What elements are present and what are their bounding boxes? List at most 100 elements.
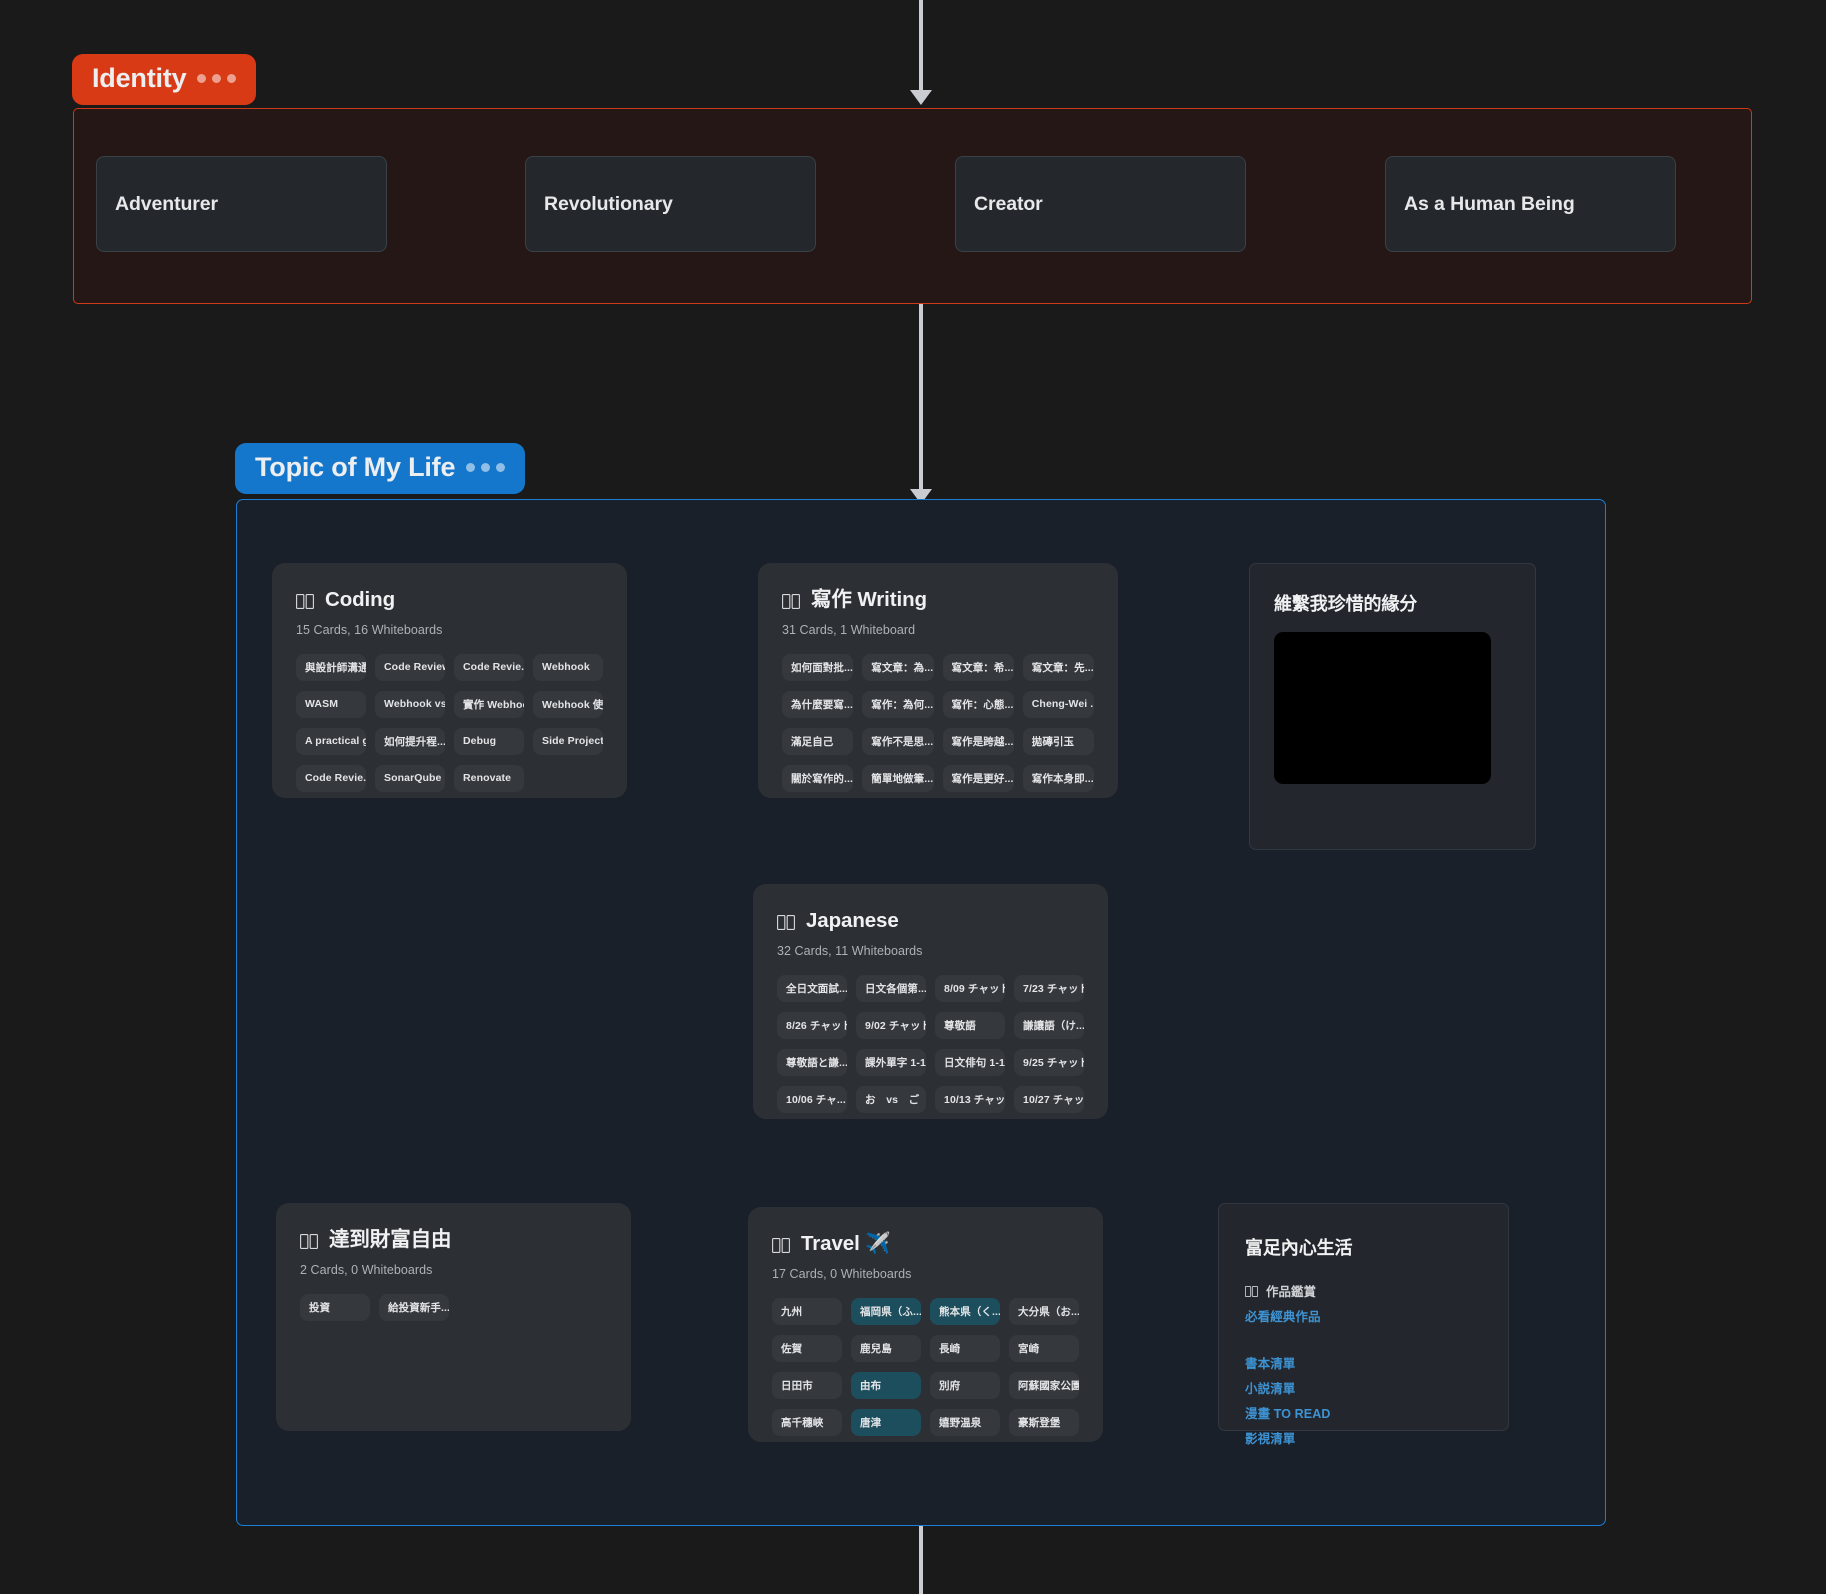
topic-card-inner-life[interactable]: 富足內心生活 作品鑑賞 必看經典作品 書本清單 小説清單 漫畫 TO READ … (1218, 1203, 1509, 1431)
card-tag[interactable]: 由布 (851, 1372, 921, 1399)
topic-card-coding[interactable]: Coding 15 Cards, 16 Whiteboards 與設計師溝通 C… (272, 563, 627, 798)
card-tag[interactable]: 別府 (930, 1372, 1000, 1399)
topic-menu-dots-icon[interactable] (466, 463, 505, 472)
card-tag[interactable]: 豪斯登堡 (1009, 1409, 1079, 1436)
card-tag[interactable]: 10/13 チャッ... (935, 1086, 1005, 1113)
card-tag[interactable]: 給投資新手... (379, 1294, 449, 1321)
topic-section-label[interactable]: Topic of My Life (235, 443, 525, 494)
card-tag[interactable]: Code Revie... (296, 765, 366, 792)
card-tag[interactable]: 佐賀 (772, 1335, 842, 1362)
card-tag[interactable]: お vs ご (856, 1086, 926, 1113)
card-tag[interactable]: 寫文章：先... (1023, 654, 1094, 681)
card-tag[interactable]: Webhook (533, 654, 603, 681)
card-tag[interactable]: 寫文章：為... (862, 654, 933, 681)
card-tag[interactable]: Code Reviews (375, 654, 445, 681)
card-tag[interactable]: WASM (296, 691, 366, 718)
card-tag[interactable]: A practical g... (296, 728, 366, 755)
card-tag[interactable]: 寫作：心態... (943, 691, 1014, 718)
card-tag[interactable]: 寫作是跨越... (943, 728, 1014, 755)
card-tag[interactable]: Side Projects (533, 728, 603, 755)
topic-card-wealth[interactable]: 達到財富自由 2 Cards, 0 Whiteboards 投資 給投資新手..… (276, 1203, 631, 1431)
card-tag[interactable]: 7/23 チャット (1014, 975, 1084, 1002)
card-tag[interactable]: 鹿兒島 (851, 1335, 921, 1362)
identity-section-label[interactable]: Identity (72, 54, 256, 105)
card-tag[interactable]: 阿蘇國家公園 (1009, 1372, 1079, 1399)
identity-tile-label: Revolutionary (544, 193, 673, 216)
topic-card-relationships[interactable]: 維繫我珍惜的緣分 (1249, 563, 1536, 850)
card-thumbnail-image (1274, 632, 1491, 784)
card-tag[interactable]: 熊本県（く... (930, 1298, 1000, 1325)
topic-card-travel[interactable]: Travel ✈️ 17 Cards, 0 Whiteboards 九州 福岡県… (748, 1207, 1103, 1442)
card-tag[interactable]: 9/02 チャット (856, 1012, 926, 1039)
card-tag[interactable]: Webhook 使... (533, 691, 603, 718)
card-tag[interactable]: 如何面對批... (782, 654, 853, 681)
card-tag[interactable]: 實作 Webhook (454, 691, 524, 718)
identity-tile-label: As a Human Being (1404, 193, 1575, 216)
card-tag[interactable]: 與設計師溝通 (296, 654, 366, 681)
card-tag[interactable]: 日文各個第... (856, 975, 926, 1002)
card-tag[interactable]: 10/06 チャ... (777, 1086, 847, 1113)
card-tag[interactable]: 簡單地做筆... (862, 765, 933, 792)
topic-card-japanese[interactable]: Japanese 32 Cards, 11 Whiteboards 全日文面試.… (753, 884, 1108, 1119)
card-tag-grid: 九州 福岡県（ふ... 熊本県（く... 大分県（お... 佐賀 鹿兒島 長崎 … (772, 1298, 1079, 1436)
link-novel-list[interactable]: 小説清單 (1245, 1378, 1482, 1397)
book-icon (1245, 1286, 1258, 1297)
identity-tile-creator[interactable]: Creator (955, 156, 1246, 252)
card-tag[interactable]: 嬉野温泉 (930, 1409, 1000, 1436)
card-tag[interactable]: 拋磚引玉 (1023, 728, 1094, 755)
connector-arrow-top (919, 0, 923, 90)
card-tag[interactable]: 尊敬語 (935, 1012, 1005, 1039)
link-must-read-classics[interactable]: 必看經典作品 (1245, 1306, 1482, 1325)
link-media-list[interactable]: 影視清單 (1245, 1428, 1482, 1447)
card-tag[interactable]: Cheng-Wei ... (1023, 691, 1094, 718)
card-tag[interactable]: 大分県（お... (1009, 1298, 1079, 1325)
card-tag[interactable]: 滿足自己 (782, 728, 853, 755)
card-tag[interactable]: SonarQube (375, 765, 445, 792)
book-icon (296, 594, 314, 609)
card-tag[interactable]: 關於寫作的... (782, 765, 853, 792)
card-title-text: Travel ✈️ (801, 1233, 891, 1256)
card-tag[interactable]: 謙讓語（け... (1014, 1012, 1084, 1039)
link-book-list[interactable]: 書本清單 (1245, 1353, 1482, 1372)
identity-tile-as-a-human-being[interactable]: As a Human Being (1385, 156, 1676, 252)
card-tag[interactable]: 寫作：為何... (862, 691, 933, 718)
card-tag[interactable]: 福岡県（ふ... (851, 1298, 921, 1325)
card-tag[interactable]: 9/25 チャット (1014, 1049, 1084, 1076)
topic-card-writing[interactable]: 寫作 Writing 31 Cards, 1 Whiteboard 如何面對批.… (758, 563, 1118, 798)
card-tag[interactable]: Renovate (454, 765, 524, 792)
card-tag[interactable]: 寫作本身即... (1023, 765, 1094, 792)
card-tag[interactable]: 寫作不是思... (862, 728, 933, 755)
card-tag[interactable]: 九州 (772, 1298, 842, 1325)
card-tag-grid: 投資 給投資新手... (300, 1294, 607, 1321)
card-tag[interactable]: 日文俳句 1-1... (935, 1049, 1005, 1076)
card-tag[interactable]: 10/27 チャッ... (1014, 1086, 1084, 1113)
identity-menu-dots-icon[interactable] (197, 74, 236, 83)
card-tag[interactable]: 為什麼要寫... (782, 691, 853, 718)
card-tag[interactable]: 長崎 (930, 1335, 1000, 1362)
card-tag[interactable]: 寫作是更好... (943, 765, 1014, 792)
card-tag[interactable]: 全日文面試... (777, 975, 847, 1002)
card-tag[interactable]: Webhook vs... (375, 691, 445, 718)
card-tag[interactable]: 唐津 (851, 1409, 921, 1436)
identity-tile-adventurer[interactable]: Adventurer (96, 156, 387, 252)
card-tag[interactable]: 高千穗峽 (772, 1409, 842, 1436)
link-manga-to-read[interactable]: 漫畫 TO READ (1245, 1403, 1482, 1422)
identity-tile-label: Adventurer (115, 193, 218, 216)
card-title-row: Japanese (777, 910, 1084, 933)
card-tag[interactable]: Debug (454, 728, 524, 755)
card-tag[interactable]: 宮崎 (1009, 1335, 1079, 1362)
card-tag[interactable]: 課外單字 1-1... (856, 1049, 926, 1076)
card-title-text: Japanese (806, 910, 899, 933)
card-tag[interactable]: 日田市 (772, 1372, 842, 1399)
identity-tile-revolutionary[interactable]: Revolutionary (525, 156, 816, 252)
card-meta: 2 Cards, 0 Whiteboards (300, 1263, 607, 1277)
card-tag[interactable]: 如何提升程... (375, 728, 445, 755)
card-tag[interactable]: 8/09 チャット (935, 975, 1005, 1002)
card-tag[interactable]: Code Revie... (454, 654, 524, 681)
identity-tile-label: Creator (974, 193, 1043, 216)
connector-arrowhead-top (910, 90, 932, 105)
card-tag[interactable]: 寫文章：希... (943, 654, 1014, 681)
card-tag[interactable]: 投資 (300, 1294, 370, 1321)
card-tag[interactable]: 8/26 チャット (777, 1012, 847, 1039)
card-tag[interactable]: 尊敬語と謙... (777, 1049, 847, 1076)
